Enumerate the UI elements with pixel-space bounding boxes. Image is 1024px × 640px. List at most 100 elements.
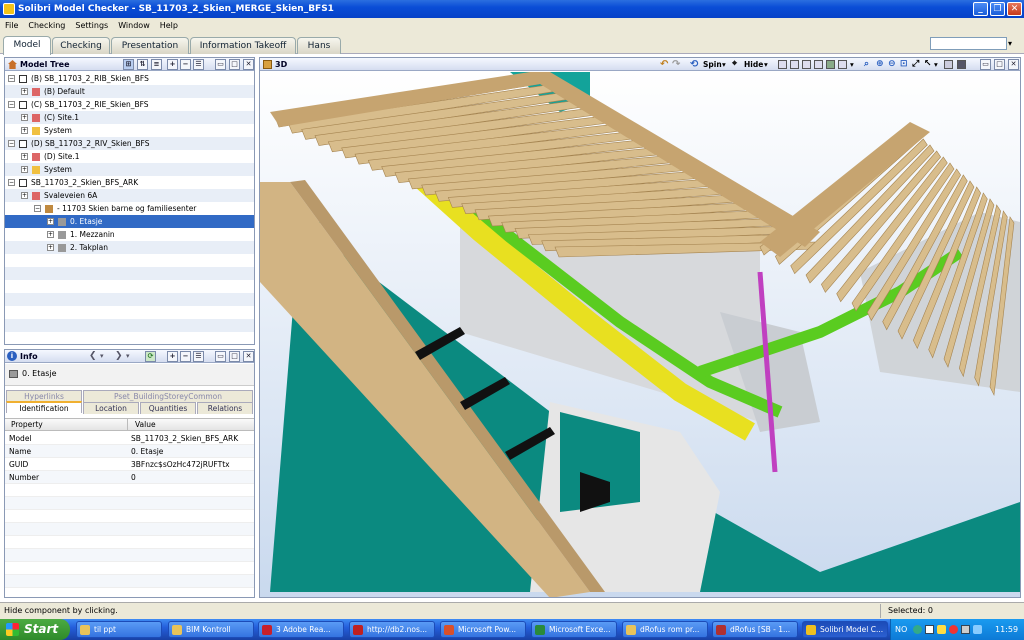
expand-toggle-icon[interactable]: + xyxy=(47,244,54,251)
expand-toggle-icon[interactable]: + xyxy=(21,153,28,160)
panel-maximize-icon[interactable]: □ xyxy=(229,59,240,70)
expand-toggle-icon[interactable]: + xyxy=(21,127,28,134)
tree-item[interactable]: − SB_11703_2_Skien_BFS_ARK xyxy=(5,176,254,189)
tree-item[interactable]: + System xyxy=(5,163,254,176)
expand-toggle-icon[interactable]: − xyxy=(8,140,15,147)
taskbar-button[interactable]: Microsoft Exce... xyxy=(531,621,617,638)
taskbar-button[interactable]: Solibri Model C... xyxy=(802,621,888,638)
collapse-all-icon[interactable]: − xyxy=(180,59,191,70)
taskbar-button[interactable]: dRofus [SB - 1... xyxy=(712,621,798,638)
tab-location[interactable]: Location xyxy=(83,402,139,414)
zoom-window-icon[interactable]: ⊡ xyxy=(900,59,908,70)
tree-filter-icon[interactable]: ≡ xyxy=(151,59,162,70)
spin-dropdown[interactable]: Spin xyxy=(703,59,722,70)
tree-item[interactable]: +2. Takplan xyxy=(5,241,254,254)
tray-network-icon[interactable] xyxy=(925,625,934,634)
view-chevron-down-icon[interactable]: ▾ xyxy=(850,59,854,70)
forward-arrow-icon[interactable]: ❯ xyxy=(115,350,123,363)
model-3d-canvas[interactable] xyxy=(260,72,1020,598)
minimize-button[interactable]: _ xyxy=(973,2,988,16)
spin-icon[interactable]: ⟲ xyxy=(690,59,698,70)
expand-all-icon[interactable]: + xyxy=(167,59,178,70)
view-iso-icon[interactable] xyxy=(814,60,823,69)
property-row[interactable]: GUID 3BFnzc$sOzHc472jRUFTtx xyxy=(5,458,254,471)
tab-pset-buildingstoreycommon[interactable]: Pset_BuildingStoreyCommon xyxy=(83,390,253,402)
taskbar-button[interactable]: Microsoft Pow... xyxy=(440,621,526,638)
tree-item[interactable]: + Svaleveien 6A xyxy=(5,189,254,202)
tree-item[interactable]: + System xyxy=(5,124,254,137)
search-options-icon[interactable]: ▾ xyxy=(1008,37,1020,50)
menu-settings[interactable]: Settings xyxy=(70,18,113,34)
info-minimize-icon[interactable]: ▭ xyxy=(215,351,226,362)
view-minimize-icon[interactable]: ▭ xyxy=(980,59,991,70)
close-button[interactable]: ✕ xyxy=(1007,2,1022,16)
zoom-out-icon[interactable]: ⊖ xyxy=(888,59,896,70)
tree-item[interactable]: + (B) Default xyxy=(5,85,254,98)
layers-icon[interactable] xyxy=(957,60,966,69)
tab-information-takeoff[interactable]: Information Takeoff xyxy=(190,37,296,54)
sync-selection-icon[interactable]: ⟳ xyxy=(145,351,156,362)
menu-checking[interactable]: Checking xyxy=(23,18,70,34)
fit-all-icon[interactable]: ⤢ xyxy=(912,59,919,70)
tree-item[interactable]: + (D) Site.1 xyxy=(5,150,254,163)
view-top-icon[interactable] xyxy=(790,60,799,69)
redo-icon[interactable]: ↷ xyxy=(672,59,680,70)
tab-presentation[interactable]: Presentation xyxy=(111,37,189,54)
list-view-icon[interactable]: ☰ xyxy=(193,59,204,70)
pointer-icon[interactable]: ↖ xyxy=(924,59,932,70)
view-close-icon[interactable]: ✕ xyxy=(1008,59,1019,70)
taskbar-button[interactable]: dRofus rom pr... xyxy=(622,621,708,638)
tab-checking[interactable]: Checking xyxy=(52,37,110,54)
zoom-fit-icon[interactable]: ⌕ xyxy=(864,59,869,70)
maximize-button[interactable]: ❐ xyxy=(990,2,1005,16)
tab-identification[interactable]: Identification xyxy=(6,401,82,413)
info-collapse-icon[interactable]: − xyxy=(180,351,191,362)
tab-model[interactable]: Model xyxy=(3,36,51,55)
tray-security-icon[interactable] xyxy=(937,625,946,634)
view-shaded-icon[interactable] xyxy=(826,60,835,69)
tree-item[interactable]: − (C) SB_11703_2_RIE_Skien_BFS xyxy=(5,98,254,111)
tab-relations[interactable]: Relations xyxy=(197,402,253,414)
tree-collapse-icon[interactable]: ⇅ xyxy=(137,59,148,70)
tray-alert-icon[interactable] xyxy=(949,625,958,634)
property-row[interactable]: Model SB_11703_2_Skien_BFS_ARK xyxy=(5,432,254,445)
tree-item[interactable]: − (B) SB_11703_2_RIB_Skien_BFS xyxy=(5,72,254,85)
tray-help-icon[interactable] xyxy=(913,625,922,634)
hide-dropdown[interactable]: Hide xyxy=(744,59,763,70)
start-button[interactable]: Start xyxy=(0,619,70,640)
view-side-icon[interactable] xyxy=(802,60,811,69)
menu-help[interactable]: Help xyxy=(155,18,183,34)
tree-item[interactable]: +1. Mezzanin xyxy=(5,228,254,241)
property-row[interactable]: Number 0 xyxy=(5,471,254,484)
search-input[interactable] xyxy=(930,37,1007,50)
panel-close-icon[interactable]: ✕ xyxy=(243,59,254,70)
menu-window[interactable]: Window xyxy=(113,18,155,34)
hide-chevron-down-icon[interactable]: ▾ xyxy=(764,59,768,70)
column-divider[interactable] xyxy=(127,418,128,431)
tree-item[interactable]: − (D) SB_11703_2_RIV_Skien_BFS xyxy=(5,137,254,150)
expand-toggle-icon[interactable]: + xyxy=(47,231,54,238)
pointer-chevron-down-icon[interactable]: ▾ xyxy=(934,59,938,70)
language-indicator[interactable]: NO xyxy=(895,619,907,640)
expand-toggle-icon[interactable]: − xyxy=(8,101,15,108)
tab-quantities[interactable]: Quantities xyxy=(140,402,196,414)
info-expand-icon[interactable]: + xyxy=(167,351,178,362)
view-maximize-icon[interactable]: □ xyxy=(994,59,1005,70)
expand-toggle-icon[interactable]: + xyxy=(21,88,28,95)
tree-item[interactable]: + (C) Site.1 xyxy=(5,111,254,124)
expand-toggle-icon[interactable]: − xyxy=(8,75,15,82)
spin-chevron-down-icon[interactable]: ▾ xyxy=(722,59,726,70)
tab-hans[interactable]: Hans xyxy=(297,37,341,54)
expand-toggle-icon[interactable]: + xyxy=(21,166,28,173)
expand-toggle-icon[interactable]: + xyxy=(21,114,28,121)
info-maximize-icon[interactable]: □ xyxy=(229,351,240,362)
forward-dropdown-icon[interactable]: ▾ xyxy=(126,350,130,363)
taskbar-button[interactable]: til ppt xyxy=(76,621,162,638)
expand-toggle-icon[interactable]: − xyxy=(34,205,41,212)
view-front-icon[interactable] xyxy=(778,60,787,69)
expand-toggle-icon[interactable]: + xyxy=(47,218,54,225)
info-list-icon[interactable]: ☰ xyxy=(193,351,204,362)
tree-item[interactable]: +0. Etasje xyxy=(5,215,254,228)
taskbar-button[interactable]: http://db2.nos... xyxy=(349,621,435,638)
property-row[interactable]: Name 0. Etasje xyxy=(5,445,254,458)
